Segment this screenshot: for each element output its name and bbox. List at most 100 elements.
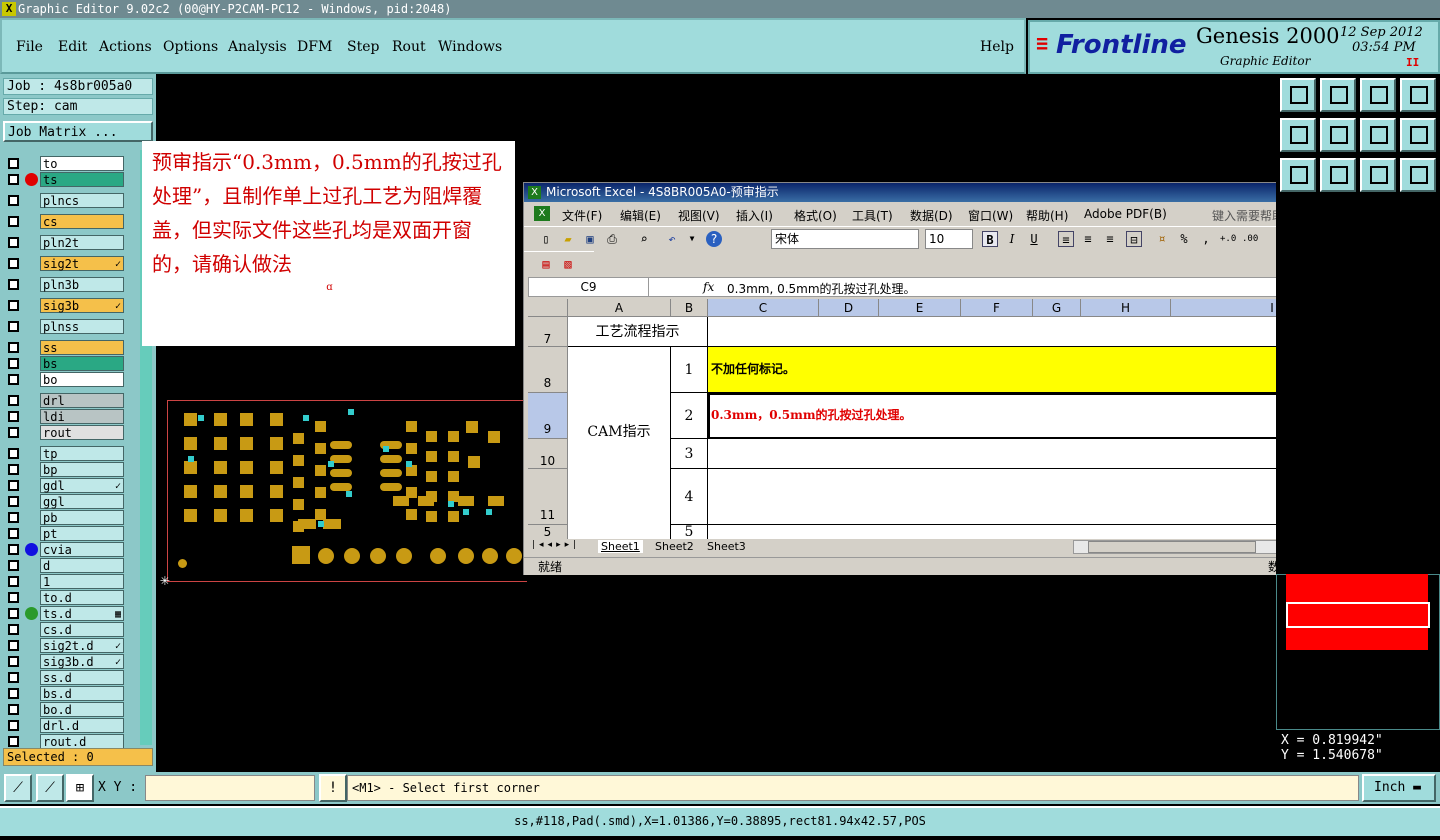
unit-select[interactable]: Inch ▬ (1362, 774, 1436, 802)
cell-b10[interactable]: 3 (671, 439, 708, 469)
round-pad[interactable] (506, 548, 522, 564)
corner-cell[interactable] (528, 299, 568, 317)
layer-row-d[interactable]: d (6, 558, 124, 573)
layer-name[interactable]: ts (40, 172, 124, 187)
menu-dfm[interactable]: DFM (297, 39, 332, 55)
zoom-fit-icon[interactable] (1320, 78, 1356, 112)
round-pad[interactable] (396, 548, 412, 564)
layer-name[interactable]: plnss (40, 319, 124, 334)
smd-pad[interactable] (393, 496, 409, 506)
smd-pad[interactable] (448, 431, 459, 442)
round-pad[interactable] (178, 559, 187, 568)
smd-pad[interactable] (426, 431, 437, 442)
layer-name[interactable]: cvia (40, 542, 124, 557)
smd-pad[interactable] (270, 413, 283, 426)
round-pad[interactable] (318, 548, 334, 564)
layer-checkbox[interactable] (8, 321, 19, 332)
layer-row-pln2t[interactable]: pln2t (6, 235, 124, 250)
smd-pad[interactable] (298, 519, 316, 529)
smd-pad[interactable] (315, 443, 326, 454)
layer-row-cvia[interactable]: cvia (6, 542, 124, 557)
oval-pad[interactable] (330, 483, 352, 491)
excel-menu-view[interactable]: 视图(V) (678, 207, 720, 224)
smd-pad[interactable] (466, 421, 478, 433)
layer-checkbox[interactable] (8, 258, 19, 269)
smd-pad[interactable] (448, 451, 459, 462)
layer-checkbox[interactable] (8, 395, 19, 406)
layer-name[interactable]: ss.d (40, 670, 124, 685)
alert-icon[interactable]: ! (319, 774, 347, 802)
layer-row-cs-d[interactable]: cs.d (6, 622, 124, 637)
cell-b8[interactable]: 1 (671, 347, 708, 393)
smd-pad[interactable] (214, 413, 227, 426)
formula-input[interactable]: 0.3mm, 0.5mm的孔按过孔处理。 (727, 280, 916, 297)
layer-checkbox[interactable] (8, 640, 19, 651)
layer-row-rout[interactable]: rout (6, 425, 124, 440)
cell-c10[interactable] (708, 439, 1374, 469)
smd-pad[interactable] (315, 487, 326, 498)
smd-pad[interactable] (184, 413, 197, 426)
layer-name[interactable]: plncs (40, 193, 124, 208)
layer-checkbox[interactable] (8, 374, 19, 385)
smd-pad[interactable] (214, 509, 227, 522)
layer-checkbox[interactable] (8, 195, 19, 206)
move-icon[interactable] (1280, 158, 1316, 192)
pdf-mail-icon[interactable]: ▧ (560, 256, 576, 272)
smd-pad[interactable] (270, 509, 283, 522)
measure-icon[interactable]: ⟋ (36, 774, 64, 802)
row-header-7[interactable]: 7 (528, 317, 568, 347)
smd-pad[interactable] (488, 496, 504, 506)
pan-left-icon[interactable] (1280, 118, 1316, 152)
fx-button[interactable]: fx (703, 280, 714, 294)
preview-icon[interactable]: ⌕ (636, 231, 652, 247)
excel-menu-file[interactable]: 文件(F) (562, 207, 602, 224)
menu-windows[interactable]: Windows (438, 39, 502, 55)
smd-pad[interactable] (315, 421, 326, 432)
smd-pad[interactable] (448, 511, 459, 522)
grid-icon[interactable]: ⊞ (66, 774, 94, 802)
layer-checkbox[interactable] (8, 279, 19, 290)
smd-pad[interactable] (315, 465, 326, 476)
row-header-10[interactable]: 10 (528, 439, 568, 469)
smd-pad[interactable] (184, 485, 197, 498)
layer-row-ggl[interactable]: ggl (6, 494, 124, 509)
menu-analysis[interactable]: Analysis (228, 39, 287, 55)
mirror-icon[interactable] (1360, 118, 1396, 152)
layer-name[interactable]: pln3b (40, 277, 124, 292)
layer-checkbox[interactable] (8, 464, 19, 475)
layer-name[interactable]: sig3b.d ✓ (40, 654, 124, 669)
row-header-11[interactable]: 11 (528, 469, 568, 525)
smd-pad[interactable] (406, 421, 417, 432)
cell-b11[interactable]: 4 (671, 469, 708, 525)
excel-menu-tools[interactable]: 工具(T) (852, 207, 893, 224)
layer-name[interactable]: drl.d (40, 718, 124, 733)
layer-row-ts[interactable]: ts (6, 172, 124, 187)
underline-button[interactable]: U (1026, 231, 1042, 247)
layer-checkbox[interactable] (8, 342, 19, 353)
layer-checkbox[interactable] (8, 300, 19, 311)
smd-pad[interactable] (270, 485, 283, 498)
layer-checkbox[interactable] (8, 427, 19, 438)
smd-pad[interactable] (270, 461, 283, 474)
layer-name[interactable]: ss (40, 340, 124, 355)
layer-row-gdl[interactable]: gdl ✓ (6, 478, 124, 493)
layer-row-pln3b[interactable]: pln3b (6, 277, 124, 292)
rotate-icon[interactable] (1400, 118, 1436, 152)
layer-name[interactable]: sig2t.d ✓ (40, 638, 124, 653)
decrease-decimal-icon[interactable]: .00 (1242, 231, 1258, 247)
smd-pad[interactable] (293, 455, 304, 466)
workbook-icon[interactable]: X (534, 206, 550, 221)
excel-menu-insert[interactable]: 插入(I) (736, 207, 773, 224)
merge-cells-icon[interactable]: ⊟ (1126, 231, 1142, 247)
layer-checkbox[interactable] (8, 448, 19, 459)
round-pad[interactable] (430, 548, 446, 564)
column-header-d[interactable]: D (819, 299, 879, 317)
column-header-b[interactable]: B (671, 299, 708, 317)
smd-pad[interactable] (270, 437, 283, 450)
sheet-nav-icon[interactable]: |◂◂▸▸| (532, 540, 580, 550)
oval-pad[interactable] (380, 483, 402, 491)
font-size-select[interactable]: 10 (925, 229, 973, 249)
undo-icon[interactable]: ↶ (664, 231, 680, 247)
layer-name[interactable]: ldi (40, 409, 124, 424)
cell-c7[interactable] (708, 317, 1374, 347)
